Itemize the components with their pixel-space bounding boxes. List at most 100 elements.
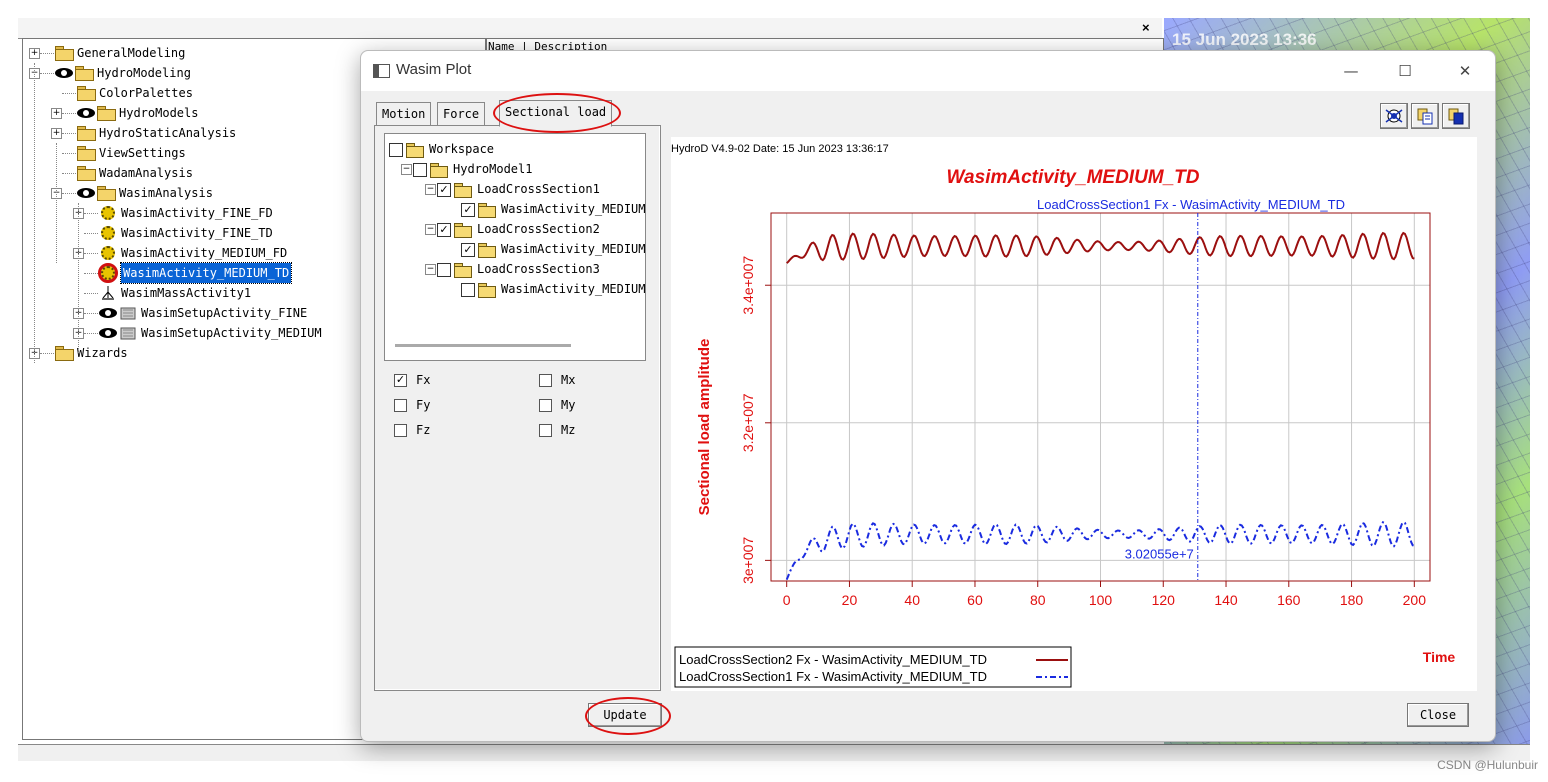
checkbox[interactable]: ✓ [394, 374, 407, 387]
chart-title: WasimActivity_MEDIUM_TD [946, 167, 1199, 188]
load-checkbox[interactable]: ✓ [461, 203, 475, 217]
load-tree-label: LoadCrossSection1 [477, 182, 600, 196]
activity-gear-icon [101, 226, 115, 240]
x-tick-label: 0 [783, 592, 791, 608]
tree-connector [84, 293, 98, 295]
y-tick-label: 3e+007 [740, 537, 756, 584]
plot-area[interactable]: HydroD V4.9-02 Date: 15 Jun 2023 13:36:1… [671, 137, 1477, 691]
dialog-title: Wasim Plot [396, 61, 472, 78]
activity-gear-icon [98, 263, 118, 283]
tree-connector [78, 203, 80, 353]
load-checkbox[interactable]: ✓ [437, 183, 451, 197]
tree-item-label: HydroModels [119, 106, 199, 120]
load-tree-item[interactable]: WasimActivity_MEDIUM_TD [385, 280, 645, 300]
folder-icon [97, 186, 116, 201]
x-tick-label: 180 [1340, 592, 1364, 608]
expand-icon[interactable]: + [29, 48, 40, 59]
tree-connector [62, 153, 76, 155]
expand-icon[interactable]: + [51, 128, 62, 139]
load-checkbox[interactable] [461, 283, 475, 297]
load-checkbox[interactable] [389, 143, 403, 157]
copy-icon[interactable] [1411, 103, 1439, 129]
tree-item-label: WasimSetupActivity_MEDIUM [141, 326, 322, 340]
load-tree-item[interactable]: − ✓ LoadCrossSection2 [385, 220, 643, 240]
checkbox-label: Fx [416, 373, 431, 387]
panel-close-icon[interactable]: × [1142, 20, 1150, 35]
copy-data-icon[interactable] [1442, 103, 1470, 129]
checkbox[interactable] [394, 424, 407, 437]
visibility-eye-icon[interactable] [55, 68, 73, 78]
tree-connector [84, 213, 98, 215]
legend-entry: LoadCrossSection1 Fx - WasimActivity_MED… [679, 669, 987, 684]
checkbox[interactable] [539, 374, 552, 387]
load-checkbox[interactable] [413, 163, 427, 177]
view-icon[interactable] [1380, 103, 1408, 129]
window-icon [373, 64, 390, 78]
x-tick-label: 20 [842, 592, 858, 608]
load-checkbox[interactable]: ✓ [437, 223, 451, 237]
load-tree-item[interactable]: ✓ WasimActivity_MEDIUM_TD [385, 240, 646, 260]
y-tick-label: 3.2e+007 [740, 393, 756, 452]
load-checkbox[interactable]: ✓ [461, 243, 475, 257]
tree-connector [40, 53, 54, 55]
tree-scrollbar[interactable] [395, 344, 571, 347]
tree-connector [56, 143, 58, 263]
dialog-titlebar[interactable]: Wasim Plot — ☐ ✕ [361, 51, 1495, 91]
y-tick-label: 3.4e+007 [740, 256, 756, 315]
x-tick-label: 120 [1152, 592, 1176, 608]
tab-force[interactable]: Force [437, 102, 486, 125]
tree-connector [62, 193, 76, 195]
load-tree-item[interactable]: ✓ WasimActivity_MEDIUM_TD [385, 200, 646, 220]
folder-icon [77, 86, 96, 101]
visibility-eye-icon[interactable] [99, 328, 117, 338]
load-tree-item[interactable]: − ✓ LoadCrossSection1 [385, 180, 643, 200]
maximize-icon[interactable]: ☐ [1385, 59, 1425, 83]
load-tree-label: WasimActivity_MEDIUM_TD [501, 202, 646, 216]
tree-item-label: WasimActivity_MEDIUM_TD [119, 262, 293, 284]
background-toolbar [18, 18, 1162, 39]
highlight-ellipse-tab [493, 93, 621, 133]
viewport-date-label: 15 Jun 2023 13:36 [1172, 30, 1317, 49]
folder-icon [406, 143, 424, 158]
collapse-icon[interactable]: − [425, 224, 436, 235]
x-tick-label: 100 [1089, 592, 1113, 608]
collapse-icon[interactable]: − [425, 184, 436, 195]
visibility-eye-icon[interactable] [77, 188, 95, 198]
close-button[interactable]: Close [1407, 703, 1469, 727]
x-tick-label: 80 [1030, 592, 1046, 608]
load-selection-tree[interactable]: Workspace − HydroModel1− ✓ LoadCrossSection1… [384, 133, 646, 361]
close-icon[interactable]: ✕ [1445, 59, 1485, 83]
minimize-icon[interactable]: — [1331, 59, 1371, 83]
visibility-eye-icon[interactable] [99, 308, 117, 318]
collapse-icon[interactable]: − [425, 264, 436, 275]
tree-connector [84, 333, 98, 335]
checkbox[interactable] [539, 399, 552, 412]
collapse-icon[interactable]: − [401, 164, 412, 175]
folder-icon [478, 243, 496, 258]
tree-connector [84, 313, 98, 315]
load-tree-item[interactable]: − LoadCrossSection3 [385, 260, 643, 280]
expand-icon[interactable]: + [51, 108, 62, 119]
load-tree-label: LoadCrossSection2 [477, 222, 600, 236]
watermark: CSDN @Hulunbuir [1437, 758, 1538, 772]
tree-item-label: WasimAnalysis [119, 186, 213, 200]
x-tick-label: 40 [904, 592, 920, 608]
highlight-ellipse-update [585, 697, 671, 735]
tab-motion[interactable]: Motion [376, 102, 432, 125]
view-settings-icon [77, 146, 96, 161]
activity-gear-icon [101, 246, 115, 260]
visibility-eye-icon[interactable] [77, 108, 95, 118]
checkbox-label: Mz [561, 423, 576, 437]
load-tree-item[interactable]: − HydroModel1 [385, 160, 643, 180]
tree-connector [84, 233, 98, 235]
checkbox[interactable] [394, 399, 407, 412]
load-checkbox[interactable] [437, 263, 451, 277]
folder-icon [77, 166, 96, 181]
tree-item-label: GeneralModeling [77, 46, 186, 60]
checkbox-label: Mx [561, 373, 576, 387]
load-tree-label: WasimActivity_MEDIUM_TD [501, 242, 646, 256]
tree-connector [40, 353, 54, 355]
status-bar [18, 744, 1530, 761]
load-tree-item[interactable]: Workspace [385, 140, 643, 160]
checkbox[interactable] [539, 424, 552, 437]
